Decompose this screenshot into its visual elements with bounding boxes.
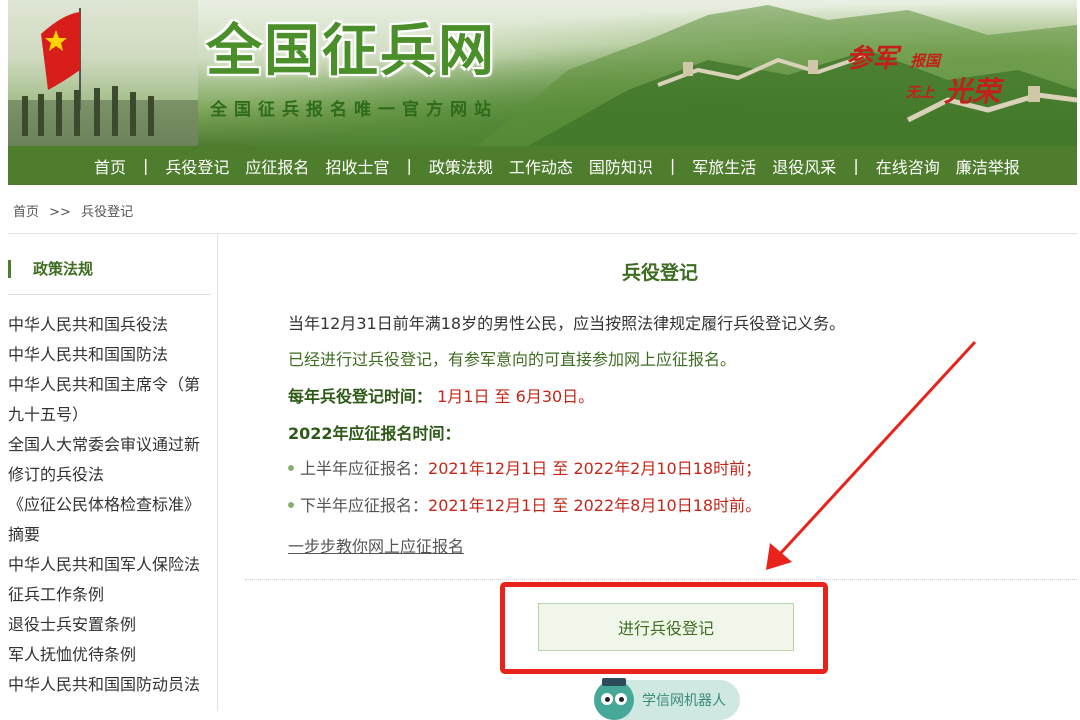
motto-text-2: 报国 [910, 52, 941, 70]
bullet-dot-icon [288, 501, 294, 508]
sidebar-item-defense-mobilization-law[interactable]: 中华人民共和国国防动员法 [8, 670, 208, 700]
nav-item-military-registration[interactable]: 兵役登记 [157, 154, 237, 178]
registration-period: 每年兵役登记时间： 1月1日 至 6月30日。 [288, 387, 594, 407]
breadcrumb-current: 兵役登记 [81, 205, 134, 220]
nav-separator: | [669, 156, 676, 175]
nav-item-nco-recruitment[interactable]: 招收士官 [317, 154, 397, 178]
breadcrumb-separator: >> [49, 205, 71, 220]
breadcrumb-home-link[interactable]: 首页 [13, 205, 39, 220]
sidebar-divider [8, 294, 210, 295]
nav-item-news[interactable]: 工作动态 [501, 154, 581, 178]
online-signup-guide-link[interactable]: 一步步教你网上应征报名 [288, 533, 464, 557]
motto-text-1: 参军 [846, 44, 899, 74]
sidebar-item-npc-revised-law[interactable]: 全国人大常委会审议通过新 [8, 430, 208, 460]
motto-text-4: 光荣 [944, 75, 1001, 108]
nav-item-military-life[interactable]: 军旅生活 [684, 154, 764, 178]
nav-item-home[interactable]: 首页 [86, 154, 134, 178]
sidebar-item-military-insurance-law[interactable]: 中华人民共和国军人保险法 [8, 550, 208, 580]
nav-item-integrity-report[interactable]: 廉洁举报 [948, 154, 1028, 178]
nav-separator: | [406, 156, 412, 175]
register-military-service-button[interactable]: 进行兵役登记 [538, 603, 794, 651]
honor-guard-flag-image [8, 0, 198, 146]
chat-robot-widget[interactable]: 学信网机器人 [594, 678, 740, 720]
page-title: 兵役登记 [621, 262, 698, 284]
sidebar-item-pension-regulations[interactable]: 军人抚恤优待条例 [8, 640, 208, 670]
second-half-value: 2021年12月1日 至 2022年8月10日18时前。 [428, 496, 762, 515]
nav-separator: | [143, 156, 149, 175]
nav-item-defense-knowledge[interactable]: 国防知识 [581, 154, 661, 178]
sidebar-item-conscription-regulations[interactable]: 征兵工作条例 [8, 580, 208, 610]
sidebar-item-presidential-order[interactable]: 中华人民共和国主席令（第 [8, 370, 208, 400]
registration-period-label: 每年兵役登记时间： [288, 387, 433, 406]
first-half-value: 2021年12月1日 至 2022年2月10日18时前； [428, 459, 762, 478]
sidebar: 政策法规 中华人民共和国兵役法 中华人民共和国国防法 中华人民共和国主席令（第 … [8, 234, 218, 711]
motto-text-3: 无上 [906, 85, 934, 101]
site-logo[interactable]: 全国征兵网 [206, 24, 496, 80]
content-divider [245, 579, 1077, 580]
second-half-label: 下半年应征报名： [300, 496, 429, 515]
registration-period-value: 1月1日 至 6月30日。 [437, 387, 595, 406]
sidebar-list: 中华人民共和国兵役法 中华人民共和国国防法 中华人民共和国主席令（第 九十五号）… [8, 310, 208, 700]
sidebar-item-veteran-placement-regulations[interactable]: 退役士兵安置条例 [8, 610, 208, 640]
nav-item-veterans[interactable]: 退役风采 [764, 154, 844, 178]
enlistment-note-text: 已经进行过兵役登记，有参军意向的可直接参加网上应征报名。 [288, 350, 737, 369]
sidebar-title: 政策法规 [8, 260, 93, 278]
first-half-period: 上半年应征报名：2021年12月1日 至 2022年2月10日18时前； [288, 459, 761, 479]
robot-label: 学信网机器人 [642, 693, 726, 709]
site-banner: 全国征兵网 全国征兵报名唯一官方网站 参军 报国 无上 光荣 [8, 0, 1077, 146]
sidebar-item-physical-exam-standards[interactable]: 《应征公民体格检查标准》 [8, 490, 208, 520]
bullet-dot-icon [288, 464, 294, 471]
registration-requirement-text: 当年12月31日前年满18岁的男性公民，应当按照法律规定履行兵役登记义务。 [288, 314, 846, 333]
nav-item-enlistment-signup[interactable]: 应征报名 [237, 154, 317, 178]
nav-separator: | [853, 156, 859, 175]
main-nav: 首页 | 兵役登记 应征报名 招收士官 | 政策法规 工作动态 国防知识 | 军… [8, 146, 1077, 185]
breadcrumb: 首页 >> 兵役登记 [13, 201, 139, 220]
enlistment-period-title: 2022年应征报名时间： [288, 424, 461, 443]
nav-item-policy[interactable]: 政策法规 [421, 154, 501, 178]
sidebar-item-physical-exam-standards[interactable]: 摘要 [8, 520, 208, 550]
sidebar-item-military-service-law[interactable]: 中华人民共和国兵役法 [8, 310, 208, 340]
sidebar-item-npc-revised-law[interactable]: 修订的兵役法 [8, 460, 208, 490]
site-slogan: 全国征兵报名唯一官方网站 [210, 100, 498, 120]
sidebar-item-national-defense-law[interactable]: 中华人民共和国国防法 [8, 340, 208, 370]
sidebar-item-presidential-order[interactable]: 九十五号） [8, 400, 208, 430]
first-half-label: 上半年应征报名： [300, 459, 429, 478]
second-half-period: 下半年应征报名：2021年12月1日 至 2022年8月10日18时前。 [288, 496, 761, 516]
nav-item-online-consult[interactable]: 在线咨询 [868, 154, 948, 178]
robot-owl-icon [594, 678, 634, 720]
